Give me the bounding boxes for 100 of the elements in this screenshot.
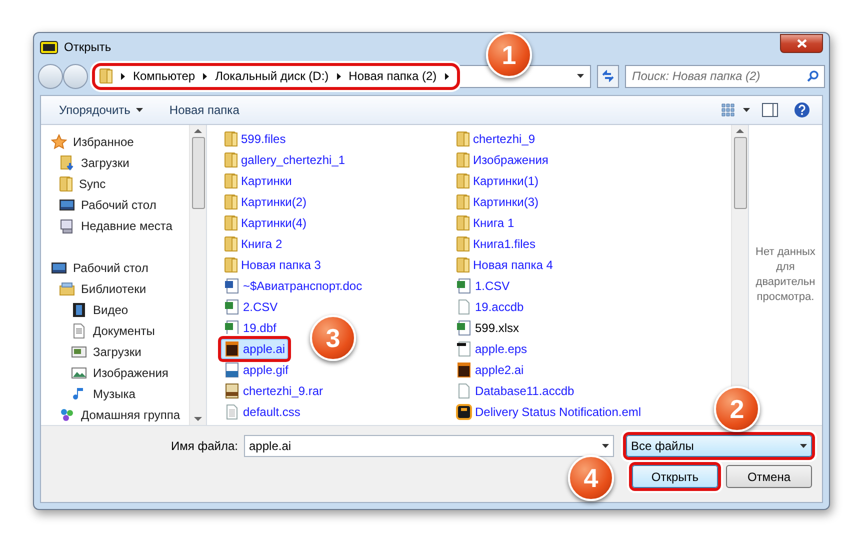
refresh-button[interactable] <box>597 64 619 88</box>
folder-icon <box>456 236 470 252</box>
dropdown-caret-icon <box>577 74 584 78</box>
library-icon <box>59 280 75 296</box>
document-icon <box>71 322 87 338</box>
sidebar-item[interactable]: Видео <box>41 299 189 320</box>
folder-icon <box>456 215 470 231</box>
search-icon <box>807 70 819 82</box>
file-item[interactable]: 599.xlsx <box>453 318 522 338</box>
monitor-icon <box>51 260 67 276</box>
caret-icon <box>743 108 750 112</box>
sidebar-item[interactable]: Недавние места <box>41 215 189 236</box>
sidebar-item[interactable]: Рабочий стол <box>41 257 189 278</box>
breadcrumb-item[interactable]: Локальный диск (D:) <box>215 67 329 85</box>
file-item[interactable]: apple.eps <box>453 339 530 359</box>
pane-icon <box>762 103 778 117</box>
forward-button[interactable] <box>63 64 88 88</box>
back-button[interactable] <box>38 64 63 88</box>
refresh-icon <box>601 70 616 82</box>
document-icon <box>456 383 472 399</box>
preview-message: Нет данных для дварительн просмотра. <box>756 245 816 305</box>
file-item[interactable]: 599.files <box>221 129 289 149</box>
file-item[interactable]: Картинки(2) <box>221 192 310 212</box>
filename-field[interactable]: apple.ai <box>244 435 614 457</box>
folder-icon <box>456 152 470 168</box>
file-item[interactable]: Delivery Status Notification.eml <box>453 402 644 422</box>
archive-icon <box>224 383 240 399</box>
folder-icon <box>456 257 470 273</box>
picture-icon <box>71 364 87 380</box>
search-field[interactable]: Поиск: Новая папка (2) <box>625 64 825 88</box>
filename-label: Имя файла: <box>171 438 238 455</box>
mail-file-icon <box>456 404 472 420</box>
file-item[interactable]: gallery_chertezhi_1 <box>221 150 348 170</box>
app-icon <box>40 40 58 54</box>
file-item[interactable]: Книга 2 <box>221 234 286 254</box>
monitor-icon <box>59 196 75 212</box>
eps-file-icon <box>456 341 472 357</box>
file-item[interactable]: apple2.ai <box>453 360 527 380</box>
file-item[interactable]: Картинки(4) <box>221 213 310 233</box>
file-item[interactable]: Картинки <box>221 171 295 191</box>
file-item[interactable]: chertezhi_9 <box>453 129 538 149</box>
image-file-icon <box>224 362 240 378</box>
document-icon <box>456 299 472 315</box>
dropdown-caret-icon <box>602 444 609 448</box>
folder-icon <box>99 68 113 84</box>
breadcrumb-item[interactable]: Компьютер <box>133 67 196 85</box>
folder-icon <box>224 131 238 147</box>
sidebar-item[interactable]: Библиотеки <box>41 278 189 299</box>
film-strip-icon <box>71 302 87 318</box>
file-item[interactable]: Изображения <box>453 150 552 170</box>
grid-view-icon <box>721 103 735 117</box>
scrollbar-thumb[interactable] <box>734 137 746 209</box>
file-item[interactable]: 2.CSV <box>221 297 281 317</box>
file-item[interactable]: 19.accdb <box>453 297 527 317</box>
sidebar-item[interactable]: Изображения <box>41 362 189 383</box>
sidebar-item[interactable]: Загрузки <box>41 341 189 362</box>
dropdown-caret-icon <box>800 444 807 448</box>
word-document-icon <box>224 278 240 294</box>
file-item[interactable]: apple.gif <box>221 360 292 380</box>
chevron-icon <box>203 72 208 80</box>
folder-icon <box>224 194 238 210</box>
help-icon <box>794 102 810 118</box>
folder-icon <box>59 176 73 192</box>
close-button[interactable] <box>780 34 823 52</box>
file-item[interactable]: Книга 1 <box>453 213 518 233</box>
homegroup-icon <box>59 406 75 422</box>
folder-icon <box>224 215 238 231</box>
spreadsheet-icon <box>456 278 472 294</box>
file-item[interactable]: Новая папка 3 <box>221 255 324 275</box>
file-item[interactable]: Новая папка 4 <box>453 255 556 275</box>
downloads-icon <box>71 344 87 360</box>
spreadsheet-icon <box>224 320 240 336</box>
folder-icon <box>456 173 470 189</box>
file-item[interactable]: Картинки(3) <box>453 192 542 212</box>
file-item[interactable]: default.css <box>221 402 304 422</box>
spreadsheet-icon <box>456 320 472 336</box>
sidebar-item[interactable]: Музыка <box>41 383 189 404</box>
folder-icon <box>456 194 470 210</box>
illustrator-file-icon <box>456 362 472 378</box>
chevron-icon <box>121 72 125 80</box>
file-item[interactable]: Database11.accdb <box>453 381 578 401</box>
dialog-button[interactable]: Отмена <box>726 465 812 488</box>
new-folder-button[interactable]: Новая папка <box>157 98 252 122</box>
file-item[interactable]: chertezhi_9.rar <box>221 381 326 401</box>
file-item[interactable]: 1.CSV <box>453 276 513 296</box>
sidebar-item[interactable]: Домашняя группа <box>41 404 189 425</box>
sidebar-item[interactable]: Избранное <box>41 131 189 152</box>
chevron-icon <box>444 72 449 80</box>
file-item[interactable]: Картинки(1) <box>453 171 542 191</box>
sidebar-item[interactable]: Рабочий стол <box>41 194 189 215</box>
organize-button[interactable]: Упорядочить <box>45 98 158 122</box>
scrollbar-thumb[interactable] <box>192 137 204 209</box>
file-item[interactable]: Книга1.files <box>453 234 538 254</box>
folder-icon <box>224 236 238 252</box>
breadcrumb-item[interactable]: Новая папка (2) <box>348 67 437 85</box>
file-item[interactable]: ~$Авиатранспорт.doc <box>221 276 366 296</box>
folder-icon <box>224 173 238 189</box>
sidebar-item[interactable]: Документы <box>41 320 189 341</box>
sidebar-item[interactable]: Загрузки <box>41 152 189 173</box>
sidebar-item[interactable]: Sync <box>41 173 189 194</box>
